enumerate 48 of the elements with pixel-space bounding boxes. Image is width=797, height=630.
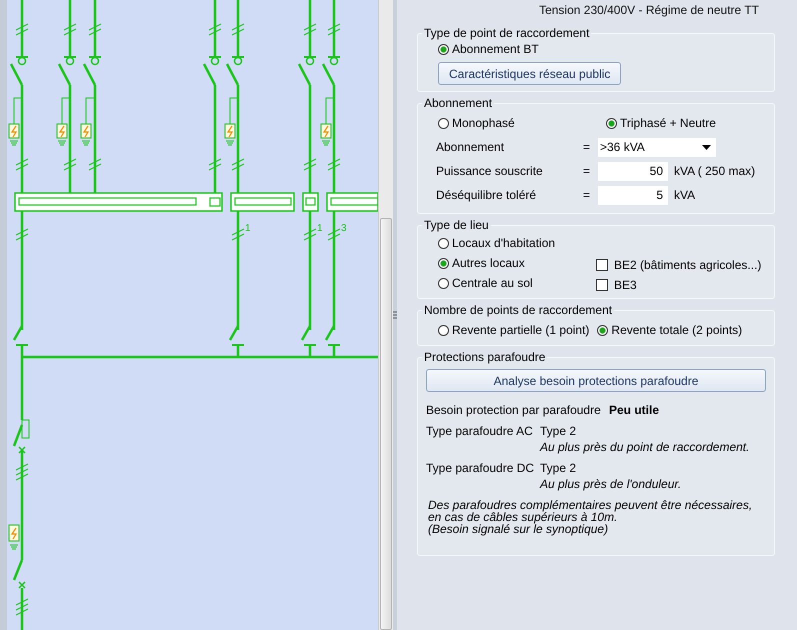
result-note: Au plus près de l'onduleur. (538, 477, 682, 493)
radio-option[interactable]: Autres locaux (438, 256, 525, 270)
result-value: Peu utile (609, 402, 660, 416)
remark-text: Des parafoudres complémentaires peuvent être nécessaires, (428, 499, 754, 511)
circuit-number: 1 (245, 223, 251, 234)
equals-sign: = (583, 140, 592, 154)
radio-option[interactable]: Monophasé (438, 116, 515, 130)
radio-option[interactable]: Revente totale (2 points) (597, 323, 742, 337)
remark-text: (Besoin signalé sur le synoptique) (428, 523, 610, 535)
checkbox-option[interactable]: BE3 (596, 278, 637, 292)
circuit-number: 3 (341, 223, 347, 234)
result-value: Type 2 (540, 424, 576, 438)
field-label: Puissance souscrite (436, 164, 544, 178)
grip-icon (393, 311, 397, 319)
radio-option[interactable]: Locaux d'habitation (438, 236, 556, 250)
radio-option[interactable]: Triphasé + Neutre (606, 116, 716, 130)
splitter-handle[interactable] (393, 0, 397, 630)
voltage-info: Tension 230/400V - Régime de neutre TT (538, 4, 760, 19)
surge-analysis-button[interactable]: Analyse besoin protections parafoudre (426, 369, 766, 392)
scrollbar-thumb[interactable] (380, 218, 392, 630)
unit-label: kVA ( 250 max) (674, 164, 756, 178)
group-title: Abonnement (423, 96, 494, 110)
group-title: Protections parafoudre (423, 350, 546, 364)
group-title: Nombre de points de raccordement (423, 303, 614, 317)
radio-option[interactable]: Abonnement BT (438, 42, 539, 56)
result-label: Type parafoudre AC (426, 424, 534, 438)
equals-sign: = (583, 164, 592, 178)
group-title: Type de point de raccordement (423, 26, 590, 40)
dropdown-field[interactable]: >36 kVA (598, 138, 716, 156)
field-label: Abonnement (436, 140, 506, 154)
group-title: Type de lieu (423, 218, 490, 232)
radio-option[interactable]: Centrale au sol (438, 276, 533, 290)
equals-sign: = (583, 188, 592, 202)
result-value: Type 2 (540, 460, 576, 474)
scrollbar[interactable] (378, 0, 393, 630)
public-network-button[interactable]: Caractéristiques réseau public (438, 62, 622, 85)
remark-text: en cas de câbles supérieurs à 10m. (428, 511, 618, 523)
input-field[interactable]: 5 (598, 186, 668, 204)
field-label: Déséquilibre toléré (436, 188, 538, 202)
caret-icon (702, 144, 711, 150)
result-label: Besoin protection par parafoudre (426, 402, 602, 416)
input-field[interactable]: 50 (598, 162, 668, 180)
radio-option[interactable]: Revente partielle (1 point) (438, 323, 590, 337)
result-note: Au plus près du point de raccordement. (538, 440, 750, 456)
unit-label: kVA (674, 188, 696, 202)
result-label: Type parafoudre DC (426, 460, 536, 474)
checkbox-option[interactable]: BE2 (bâtiments agricoles...) (596, 258, 762, 272)
circuit-number: 1 (317, 223, 323, 234)
